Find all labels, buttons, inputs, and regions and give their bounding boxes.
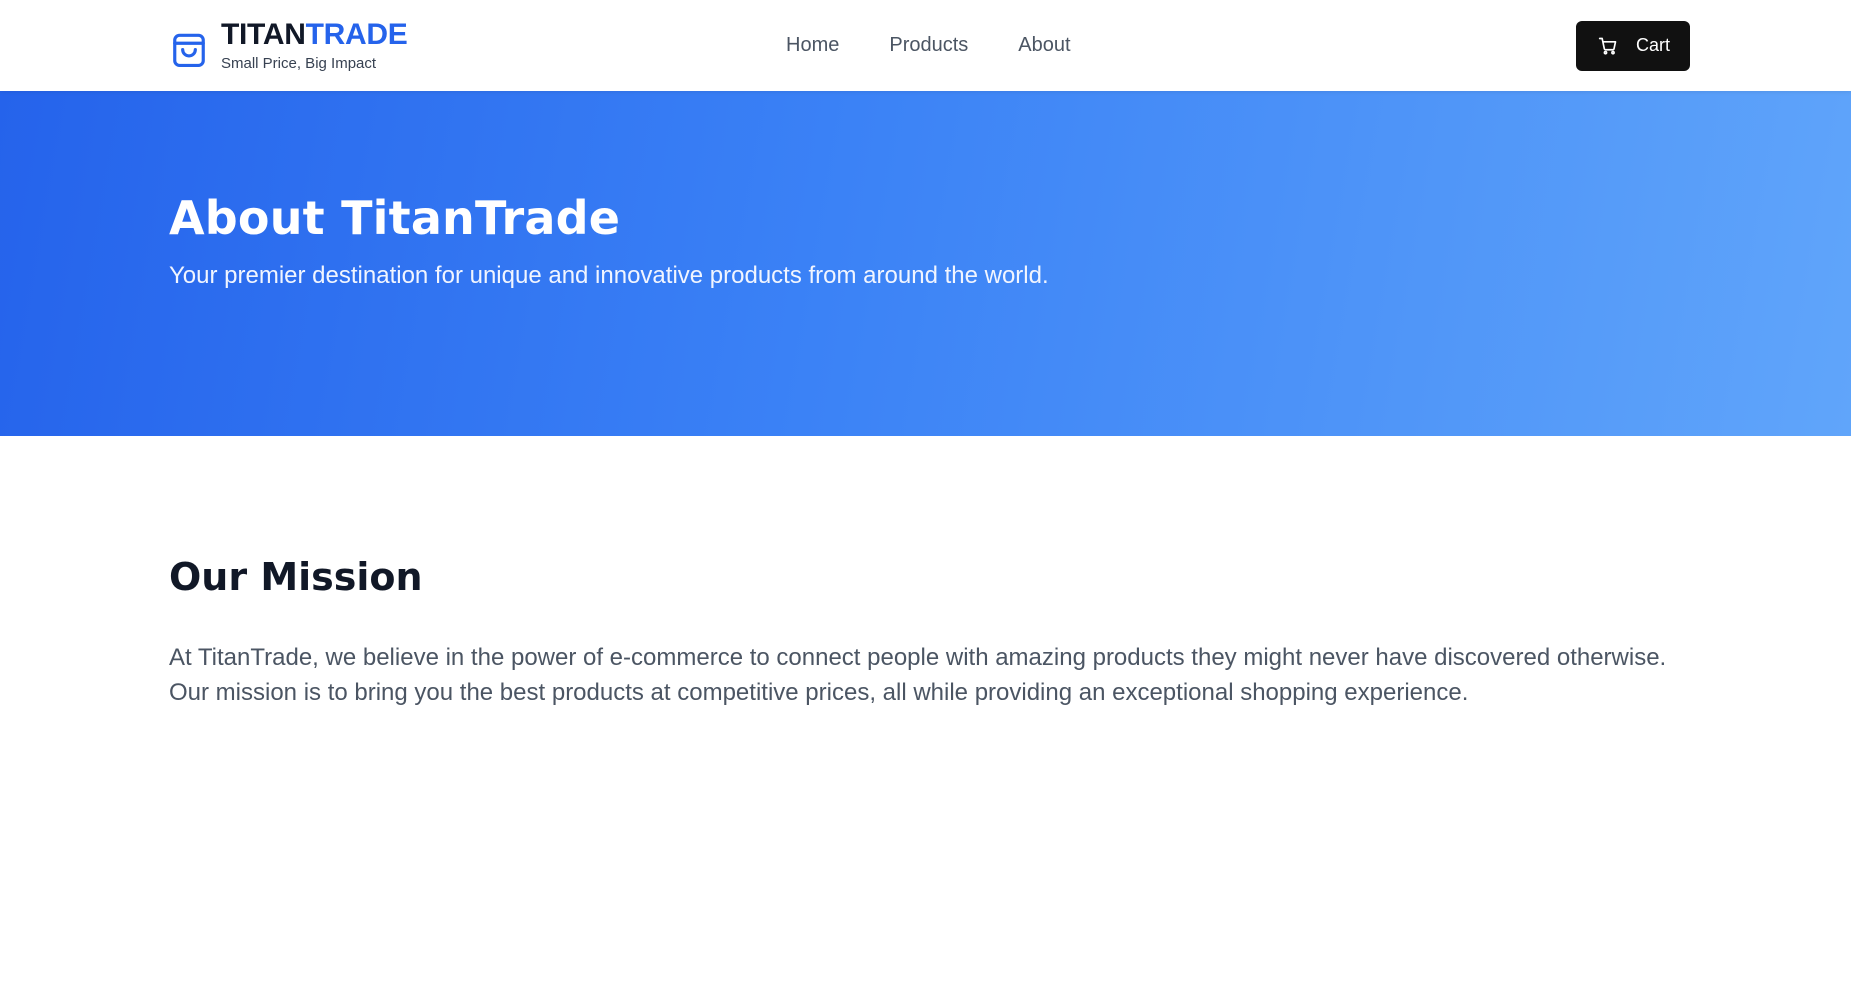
brand-name-part1: TITAN [221, 17, 306, 51]
brand-logo-link[interactable]: TITANTRADE Small Price, Big Impact [169, 17, 408, 73]
brand-name: TITANTRADE [221, 17, 408, 51]
nav-link-products[interactable]: Products [889, 34, 968, 57]
mission-title: Our Mission [169, 555, 423, 599]
mission-section: Our Mission At TitanTrade, we believe in… [0, 436, 1851, 710]
header-container: TITANTRADE Small Price, Big Impact Home … [169, 0, 1690, 91]
brand-tagline: Small Price, Big Impact [221, 54, 377, 72]
shopping-cart-icon [1598, 36, 1618, 56]
brand-text: TITANTRADE Small Price, Big Impact [221, 17, 408, 73]
hero-banner: About TitanTrade Your premier destinatio… [0, 91, 1851, 436]
brand-name-part2: TRADE [305, 17, 408, 51]
mission-text: At TitanTrade, we believe in the power o… [169, 644, 1667, 706]
hero-subtitle: Your premier destination for unique and … [169, 262, 1049, 289]
site-header: TITANTRADE Small Price, Big Impact Home … [0, 0, 1851, 91]
cart-button-label: Cart [1636, 35, 1671, 55]
nav-link-about[interactable]: About [1018, 34, 1070, 57]
hero-content: About TitanTrade Your premier destinatio… [169, 191, 1049, 291]
nav-link-home[interactable]: Home [786, 34, 839, 57]
shopping-bag-icon [169, 26, 209, 70]
cart-button[interactable]: Cart [1576, 20, 1690, 71]
main-nav: Home Products About [786, 34, 1071, 57]
hero-title: About TitanTrade [169, 191, 621, 245]
